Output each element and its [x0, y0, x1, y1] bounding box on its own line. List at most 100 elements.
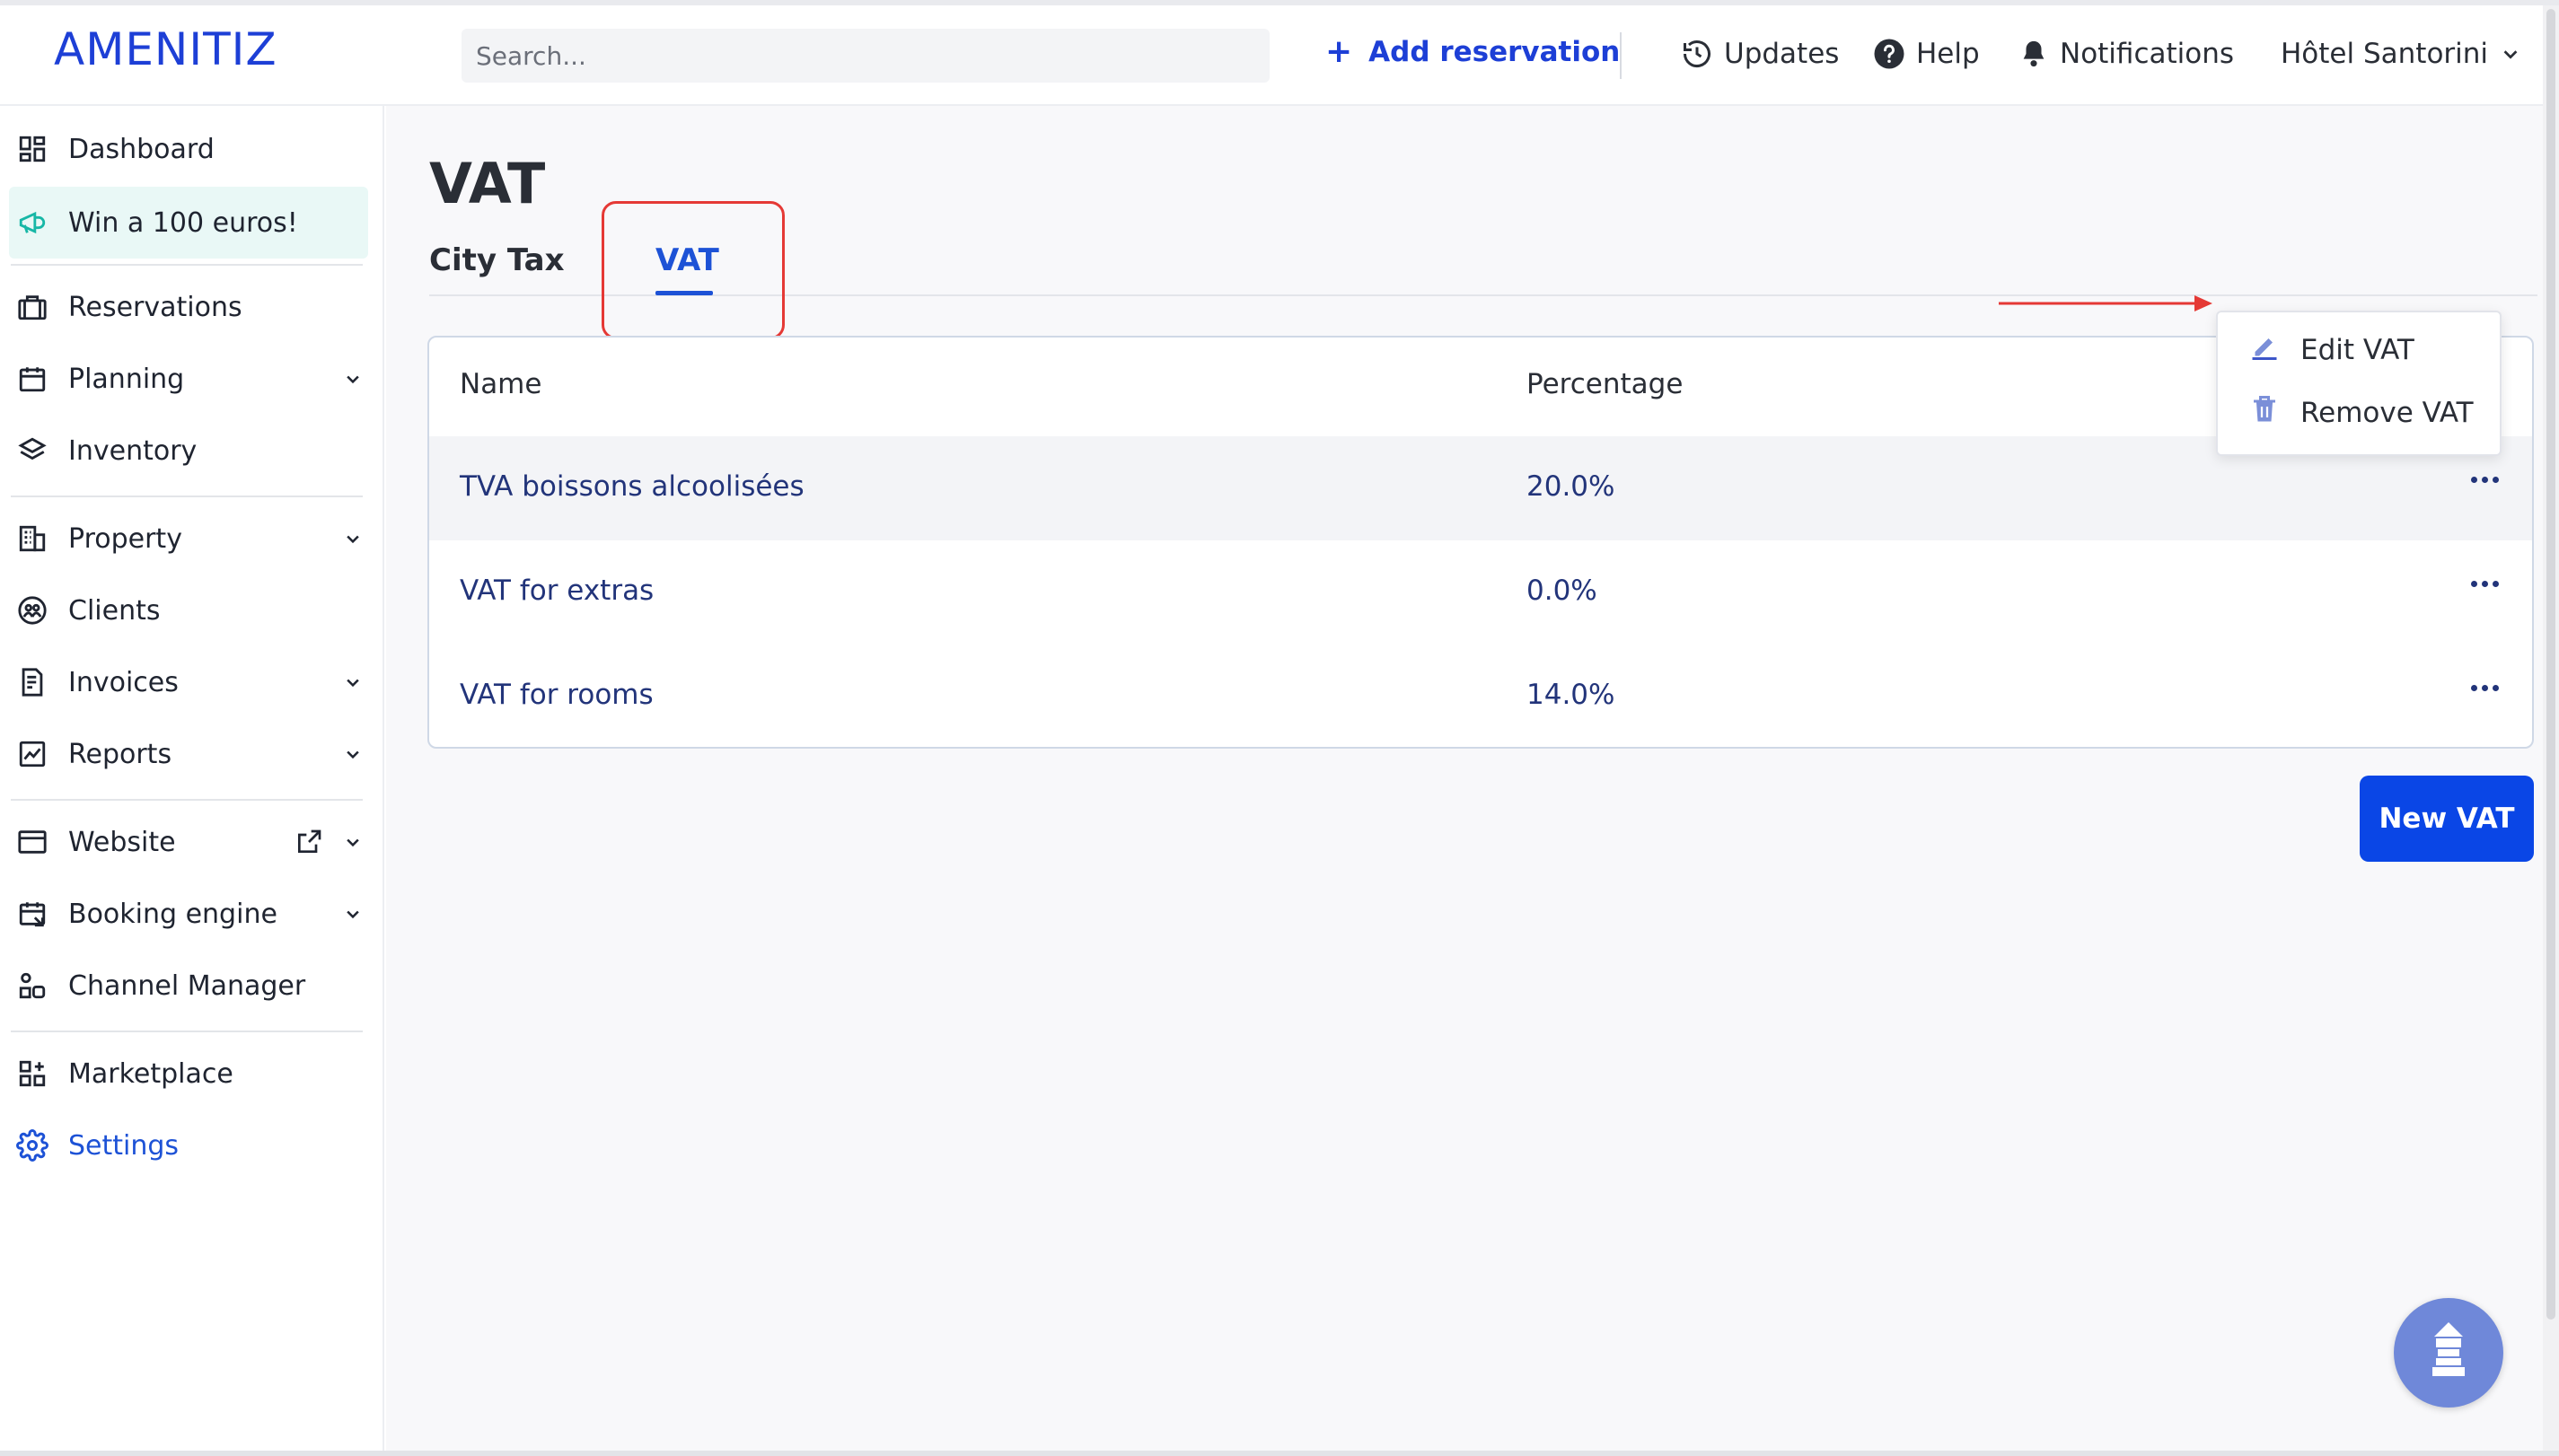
page-title: VAT [429, 151, 546, 216]
table-row[interactable]: VAT for extras 0.0% [429, 540, 2532, 645]
dashboard-icon [14, 131, 50, 167]
sidebar-item-invoices[interactable]: Invoices [9, 650, 368, 715]
plus-icon: + [1325, 33, 1353, 70]
scrollbar-thumb[interactable] [2546, 9, 2555, 1320]
sidebar-item-reports[interactable]: Reports [9, 722, 368, 786]
chevron-down-icon [339, 530, 366, 548]
amenitiz-logo[interactable]: AMENITIZ [54, 23, 277, 75]
sidebar-item-promo[interactable]: Win a 100 euros! [9, 187, 368, 259]
calendar-icon [14, 361, 50, 397]
sidebar-label: Settings [68, 1129, 180, 1162]
chart-icon [14, 736, 50, 772]
updates-button[interactable]: Updates [1681, 38, 1839, 70]
sidebar-item-planning[interactable]: Planning [9, 346, 368, 411]
chevron-down-icon [339, 833, 366, 851]
question-circle-icon [1873, 38, 1905, 70]
sidebar-label: Dashboard [68, 133, 215, 165]
remove-vat-label: Remove VAT [2300, 397, 2474, 429]
sidebar-label: Channel Manager [68, 969, 306, 1002]
gear-icon [14, 1127, 50, 1163]
booking-icon [14, 896, 50, 932]
bottom-border [0, 1451, 2559, 1456]
channel-icon [14, 968, 50, 1004]
property-name: Hôtel Santorini [2281, 38, 2489, 70]
trash-icon [2248, 393, 2281, 433]
row-actions-button[interactable] [2462, 566, 2507, 601]
sidebar-label: Clients [68, 594, 161, 627]
main-content: VAT City Tax VAT Name Percentage TVA boi… [386, 106, 2543, 1456]
sidebar-divider [11, 1031, 363, 1032]
add-reservation-label: Add reservation [1368, 36, 1621, 68]
updates-label: Updates [1724, 38, 1840, 70]
row-actions-button[interactable] [2462, 670, 2507, 706]
vat-name: VAT for extras [460, 575, 655, 607]
property-switcher[interactable]: Hôtel Santorini [2281, 38, 2520, 70]
table-row[interactable]: VAT for rooms 14.0% [429, 645, 2532, 747]
browser-icon [14, 824, 50, 860]
sidebar-label: Win a 100 euros! [68, 206, 298, 239]
sidebar-label: Website [68, 826, 176, 858]
chevron-down-icon [339, 370, 366, 388]
vat-name: VAT for rooms [460, 679, 654, 711]
sidebar-item-inventory[interactable]: Inventory [9, 418, 368, 483]
notifications-button[interactable]: Notifications [2018, 38, 2234, 70]
tab-city-tax[interactable]: City Tax [429, 242, 565, 278]
sidebar-item-settings[interactable]: Settings [9, 1113, 368, 1178]
pencil-icon [2248, 330, 2281, 370]
app-window: AMENITIZ + Add reservation Updates [0, 0, 2559, 1456]
bell-icon [2018, 38, 2049, 70]
sidebar-label: Planning [68, 363, 185, 395]
vat-name: TVA boissons alcoolisées [460, 470, 805, 503]
building-icon [14, 521, 50, 557]
top-header: AMENITIZ + Add reservation Updates [0, 5, 2543, 106]
sidebar-item-marketplace[interactable]: Marketplace [9, 1041, 368, 1106]
chevron-down-icon [339, 745, 366, 763]
add-reservation-button[interactable]: + Add reservation [1325, 33, 1621, 70]
sidebar-label: Reservations [68, 291, 242, 323]
megaphone-icon [14, 205, 50, 241]
sidebar-label: Reports [68, 738, 172, 770]
layers-icon [14, 433, 50, 469]
vat-percentage: 14.0% [1526, 679, 1615, 711]
remove-vat-menu-item[interactable]: Remove VAT [2248, 393, 2474, 433]
vat-percentage: 20.0% [1526, 470, 1615, 503]
sidebar-divider [11, 799, 363, 801]
sidebar-label: Invoices [68, 666, 179, 698]
sidebar-divider [11, 264, 363, 266]
external-link-icon[interactable] [295, 828, 323, 856]
sidebar-item-dashboard[interactable]: Dashboard [9, 117, 368, 181]
column-header-name: Name [460, 368, 542, 400]
new-vat-button[interactable]: New VAT [2360, 776, 2534, 862]
briefcase-icon [14, 289, 50, 325]
sidebar-item-clients[interactable]: Clients [9, 578, 368, 643]
sidebar-divider [11, 496, 363, 497]
sidebar-item-property[interactable]: Property [9, 506, 368, 571]
history-icon [1681, 38, 1713, 70]
edit-vat-menu-item[interactable]: Edit VAT [2248, 330, 2414, 370]
annotation-highlight-box [602, 201, 785, 339]
sidebar-item-reservations[interactable]: Reservations [9, 275, 368, 339]
search-input[interactable] [462, 29, 1270, 83]
sidebar-item-channel-manager[interactable]: Channel Manager [9, 953, 368, 1018]
support-chat-button[interactable] [2394, 1298, 2503, 1408]
marketplace-icon [14, 1056, 50, 1092]
sidebar-label: Property [68, 522, 182, 555]
row-actions-menu: Edit VAT Remove VAT [2216, 311, 2502, 456]
invoice-icon [14, 664, 50, 700]
clients-icon [14, 592, 50, 628]
column-header-percentage: Percentage [1526, 368, 1684, 400]
help-button[interactable]: Help [1873, 38, 1980, 70]
sidebar-label: Marketplace [68, 1057, 233, 1090]
lighthouse-icon [2413, 1315, 2484, 1390]
notifications-label: Notifications [2060, 38, 2235, 70]
sidebar-label: Inventory [68, 434, 198, 467]
sidebar-label: Booking engine [68, 898, 277, 930]
annotation-arrow [1999, 295, 2212, 311]
vat-percentage: 0.0% [1526, 575, 1597, 607]
edit-vat-label: Edit VAT [2300, 334, 2414, 366]
sidebar: Dashboard Win a 100 euros! Reservations … [0, 106, 384, 1456]
sidebar-item-website[interactable]: Website [9, 810, 368, 874]
row-actions-button[interactable] [2462, 461, 2507, 497]
header-divider [1620, 32, 1622, 79]
sidebar-item-booking-engine[interactable]: Booking engine [9, 881, 368, 946]
